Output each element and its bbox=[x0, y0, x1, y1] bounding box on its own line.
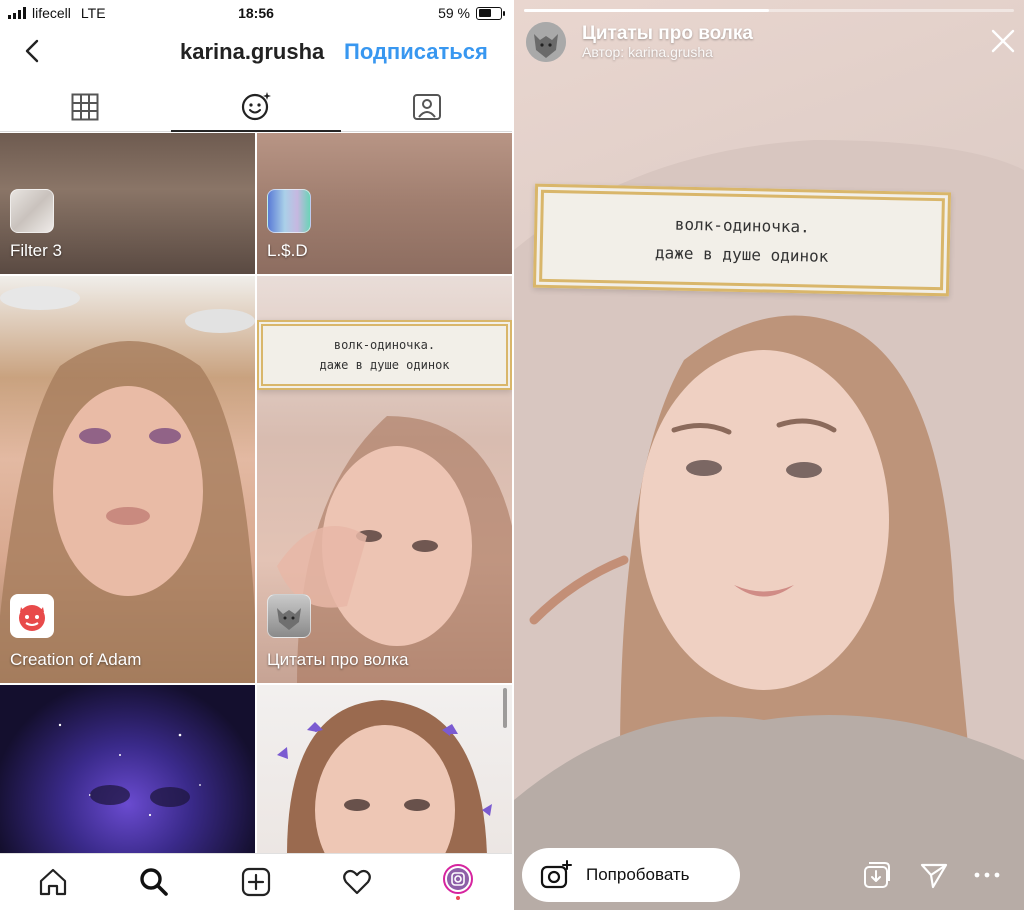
butterfly-face-photo bbox=[277, 700, 492, 853]
effect-tile[interactable]: Creation of Adam bbox=[0, 276, 255, 683]
marble-icon bbox=[10, 189, 54, 233]
quote-line-1: волк-одиночка. bbox=[674, 214, 810, 237]
effects-grid: Filter 3 L.$.D Creation of Adam волк-оди… bbox=[0, 133, 512, 853]
wolf-icon[interactable] bbox=[526, 22, 566, 62]
galaxy-face-photo bbox=[58, 723, 201, 817]
battery-group: 59 % bbox=[438, 5, 505, 21]
effect-preview-screen: Цитаты про волка Автор: karina.grusha во… bbox=[514, 0, 1024, 910]
effect-label: Filter 3 bbox=[10, 241, 62, 260]
clock: 18:56 bbox=[238, 5, 274, 21]
quote-sign: волк-одиночка. даже в душе одинок bbox=[257, 320, 512, 390]
search-icon[interactable] bbox=[136, 864, 172, 900]
tab-posts[interactable] bbox=[0, 82, 170, 132]
battery-icon bbox=[476, 6, 505, 20]
close-icon[interactable] bbox=[990, 28, 1016, 54]
effect-tile[interactable] bbox=[0, 685, 255, 853]
effect-author[interactable]: Автор: karina.grusha bbox=[582, 44, 713, 60]
activity-heart-icon[interactable] bbox=[339, 864, 375, 900]
profile-tabs bbox=[0, 82, 512, 132]
effect-label: L.$.D bbox=[267, 241, 308, 260]
try-effect-button[interactable]: Попробовать bbox=[522, 848, 740, 902]
effect-tile[interactable] bbox=[257, 685, 512, 853]
grid-icon bbox=[71, 93, 99, 121]
home-icon[interactable] bbox=[35, 864, 71, 900]
try-effect-label: Попробовать bbox=[586, 865, 690, 884]
profile-username: karina.grusha bbox=[180, 39, 325, 64]
profile-screen: lifecell LTE 18:56 59 % karina.grusha По… bbox=[0, 0, 512, 910]
back-chevron-icon[interactable] bbox=[18, 36, 48, 66]
quote-line-2: даже в душе одинок bbox=[319, 358, 450, 372]
effect-label: Цитаты про волка bbox=[267, 650, 409, 669]
profile-navbar: karina.grusha Подписаться bbox=[0, 28, 512, 76]
effect-tile[interactable]: волк-одиночка. даже в душе одинок Цитаты… bbox=[257, 276, 512, 683]
add-post-icon[interactable] bbox=[238, 864, 274, 900]
profile-avatar-icon[interactable] bbox=[440, 864, 476, 900]
effect-tile[interactable]: Filter 3 bbox=[0, 133, 255, 274]
save-effect-icon[interactable] bbox=[860, 858, 894, 892]
status-bar: lifecell LTE 18:56 59 % bbox=[0, 0, 512, 26]
effects-icon bbox=[241, 92, 271, 121]
glitch-icon bbox=[267, 189, 311, 233]
devil-emoji-icon bbox=[10, 594, 54, 638]
effect-title[interactable]: Цитаты про волка bbox=[582, 23, 753, 45]
camera-plus-icon bbox=[540, 860, 572, 889]
tab-tagged[interactable] bbox=[342, 82, 512, 132]
selfie-photo bbox=[514, 140, 1024, 910]
bottom-nav-bar bbox=[0, 853, 512, 910]
story-progress-bar bbox=[524, 9, 1014, 12]
quote-line-2: даже в душе одинок bbox=[654, 243, 829, 266]
story-header: Цитаты про волка Автор: karina.grusha bbox=[526, 20, 1016, 64]
effect-tile[interactable]: L.$.D bbox=[257, 133, 512, 274]
share-icon[interactable] bbox=[917, 858, 951, 892]
effect-label: Creation of Adam bbox=[10, 650, 142, 669]
tagged-icon bbox=[413, 94, 441, 120]
quote-line-1: волк-одиночка. bbox=[333, 338, 436, 352]
quote-sign: волк-одиночка. даже в душе одинок bbox=[532, 183, 952, 297]
tab-effects[interactable] bbox=[171, 82, 341, 132]
battery-percent: 59 % bbox=[438, 5, 470, 21]
follow-button[interactable]: Подписаться bbox=[344, 39, 488, 65]
scroll-indicator bbox=[503, 688, 507, 728]
more-icon[interactable] bbox=[970, 858, 1004, 892]
wolf-icon bbox=[267, 594, 311, 638]
